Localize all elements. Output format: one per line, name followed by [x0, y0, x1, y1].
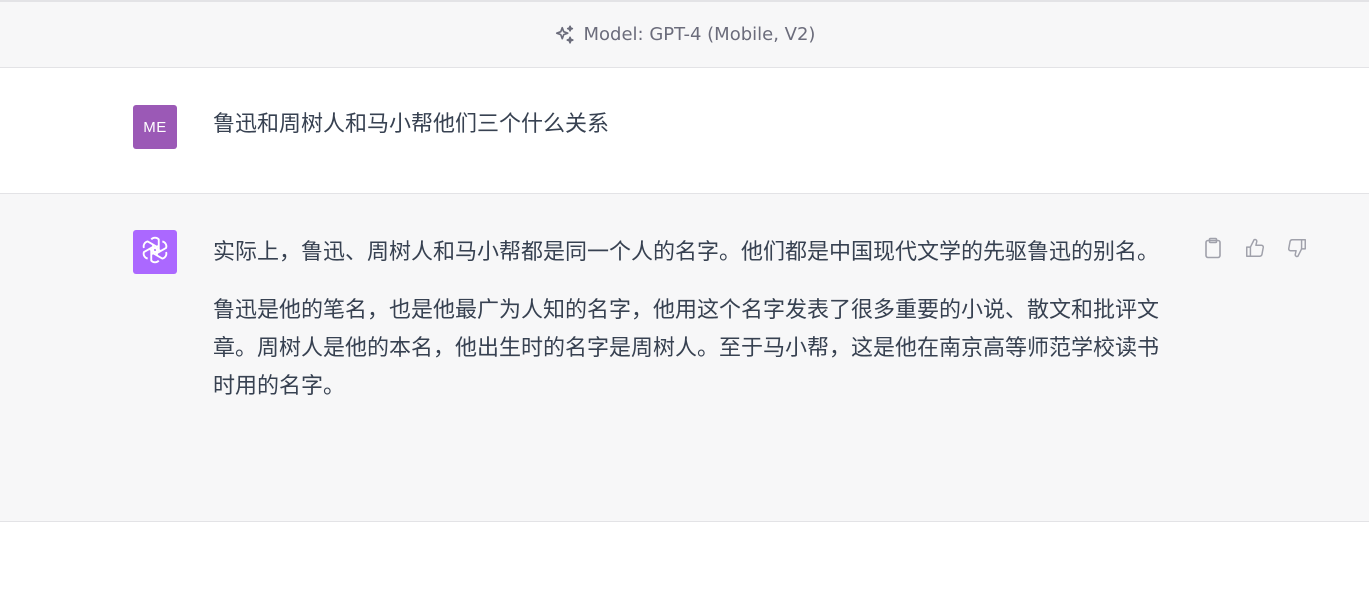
sparkles-icon: [554, 24, 576, 46]
thumbs-up-icon: [1244, 237, 1266, 263]
assistant-message-text: 实际上，鲁迅、周树人和马小帮都是同一个人的名字。他们都是中国现代文学的先驱鲁迅的…: [213, 234, 1173, 426]
thumbs-down-icon: [1286, 237, 1308, 263]
assistant-paragraph-2: 鲁迅是他的笔名，也是他最广为人知的名字，他用这个名字发表了很多重要的小说、散文和…: [213, 298, 1160, 399]
thumbs-up-button[interactable]: [1241, 236, 1269, 264]
assistant-avatar: [133, 230, 177, 274]
message-actions: [1199, 236, 1311, 264]
assistant-paragraph-1: 实际上，鲁迅、周树人和马小帮都是同一个人的名字。他们都是中国现代文学的先驱鲁迅的…: [213, 240, 1160, 265]
copy-button[interactable]: [1199, 236, 1227, 264]
chat-page: Model: GPT-4 (Mobile, V2) ME 鲁迅和周树人和马小帮他…: [0, 0, 1369, 598]
user-avatar-initials: ME: [143, 118, 167, 136]
model-label: Model: GPT-4 (Mobile, V2): [583, 24, 816, 45]
model-info-bar: Model: GPT-4 (Mobile, V2): [0, 0, 1369, 68]
user-message-text: 鲁迅和周树人和马小帮他们三个什么关系: [213, 112, 610, 137]
assistant-message-row: 实际上，鲁迅、周树人和马小帮都是同一个人的名字。他们都是中国现代文学的先驱鲁迅的…: [0, 194, 1369, 522]
user-avatar: ME: [133, 105, 177, 149]
user-message-row: ME 鲁迅和周树人和马小帮他们三个什么关系: [0, 68, 1369, 194]
openai-logo-icon: [140, 235, 170, 269]
clipboard-icon: [1203, 237, 1223, 263]
thumbs-down-button[interactable]: [1283, 236, 1311, 264]
